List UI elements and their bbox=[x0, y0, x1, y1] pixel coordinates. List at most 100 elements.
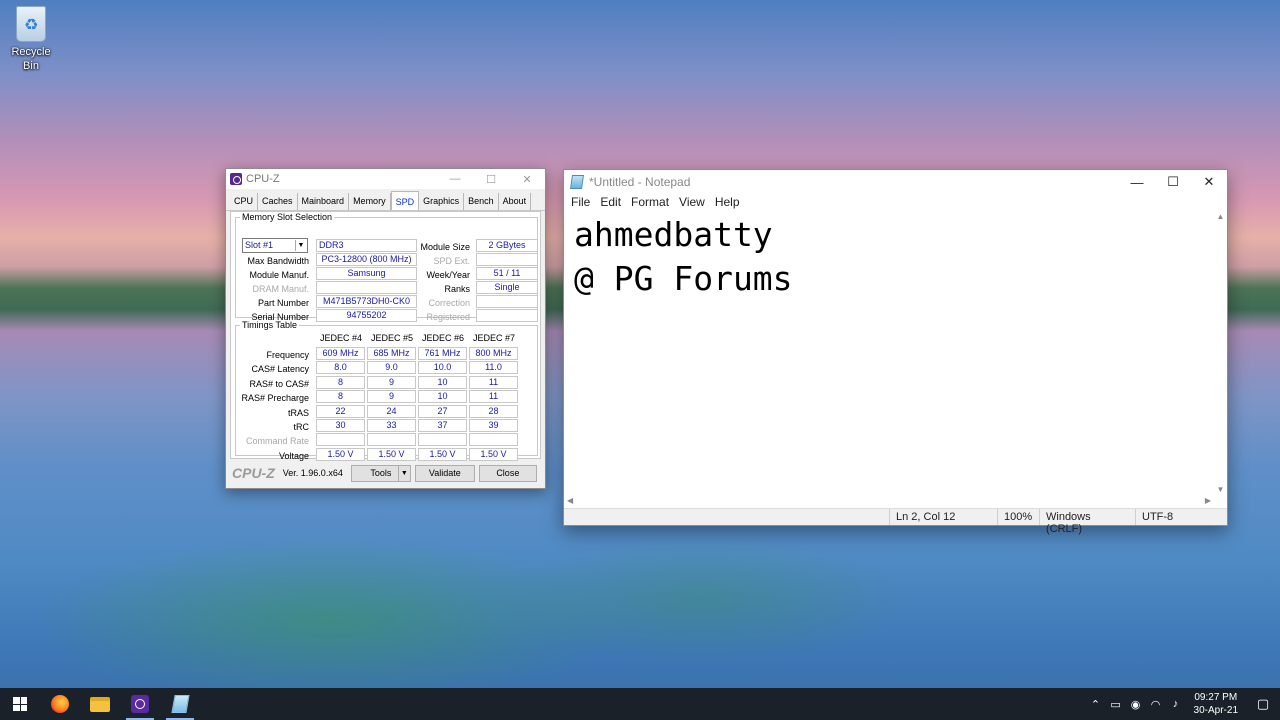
taskbar: ⌃ ▭ ◉ ◠ ♪ 09:27 PM 30-Apr-21 ▢ bbox=[0, 688, 1280, 720]
validate-button[interactable]: Validate bbox=[414, 464, 475, 482]
ranks-value: Single bbox=[476, 281, 538, 294]
close-button[interactable]: ✕ bbox=[1191, 174, 1227, 190]
status-position: Ln 2, Col 12 bbox=[889, 509, 997, 525]
timing-cell: 8 bbox=[316, 390, 365, 404]
timing-cell: 9 bbox=[367, 390, 416, 404]
timing-cell: 10 bbox=[418, 390, 467, 404]
timing-row-label: RAS# Precharge bbox=[241, 393, 309, 404]
cpuz-tabs: CPU Caches Mainboard Memory SPD Graphics… bbox=[226, 189, 545, 211]
tools-button[interactable]: Tools ▼ bbox=[350, 464, 411, 482]
timing-column-header: JEDEC #7 bbox=[472, 333, 516, 343]
vertical-scrollbar[interactable]: ▲ ▼ bbox=[1214, 212, 1227, 494]
chevron-down-icon: ▼ bbox=[295, 240, 306, 251]
close-button[interactable]: ✕ bbox=[509, 173, 545, 186]
battery-icon[interactable]: ▭ bbox=[1106, 698, 1126, 711]
cpuz-version: Ver. 1.96.0.x64 bbox=[282, 468, 343, 478]
cpuz-footer: CPU-Z Ver. 1.96.0.x64 Tools ▼ Validate C… bbox=[226, 458, 545, 488]
tab-graphics[interactable]: Graphics bbox=[419, 193, 465, 210]
status-line-ending: Windows (CRLF) bbox=[1039, 509, 1135, 535]
timing-cell: 800 MHz bbox=[469, 347, 518, 360]
timing-cell: 10.0 bbox=[418, 361, 467, 375]
notepad-statusbar: Ln 2, Col 12 100% Windows (CRLF) UTF-8 bbox=[564, 508, 1227, 535]
tab-memory[interactable]: Memory bbox=[349, 193, 391, 210]
cpuz-window: CPU-Z — ☐ ✕ CPU Caches Mainboard Memory … bbox=[225, 168, 546, 489]
memory-slot-group: Memory Slot Selection Slot #1 ▼ DDR3 Mod… bbox=[235, 212, 538, 322]
timing-cell: 39 bbox=[469, 419, 518, 432]
scroll-right-icon[interactable]: ▶ bbox=[1205, 496, 1211, 505]
notepad-title: *Untitled - Notepad bbox=[589, 175, 691, 189]
timing-cell: 27 bbox=[418, 404, 467, 418]
timing-cell: 28 bbox=[469, 404, 518, 418]
module-manuf-label: Module Manuf. bbox=[249, 270, 309, 280]
minimize-button[interactable]: — bbox=[437, 173, 473, 185]
module-size-label: Module Size bbox=[420, 242, 470, 252]
timing-cell bbox=[367, 433, 416, 447]
cpuz-titlebar[interactable]: CPU-Z — ☐ ✕ bbox=[226, 169, 545, 189]
menu-help[interactable]: Help bbox=[710, 194, 745, 212]
timing-cell: 37 bbox=[418, 419, 467, 432]
close-dialog-button[interactable]: Close bbox=[478, 464, 537, 482]
menu-view[interactable]: View bbox=[674, 194, 710, 212]
menu-file[interactable]: File bbox=[566, 194, 595, 212]
timing-cell: 11 bbox=[469, 390, 518, 404]
taskbar-file-explorer[interactable] bbox=[80, 688, 120, 720]
taskbar-notepad[interactable] bbox=[160, 688, 200, 720]
notepad-app-icon bbox=[570, 175, 584, 189]
menu-format[interactable]: Format bbox=[626, 194, 674, 212]
horizontal-scrollbar[interactable]: ◀ ▶ bbox=[564, 495, 1214, 508]
tab-bench[interactable]: Bench bbox=[464, 193, 499, 210]
timing-cell bbox=[418, 433, 467, 447]
timing-cell: 685 MHz bbox=[367, 347, 416, 360]
timing-row-label: tRC bbox=[293, 422, 310, 432]
taskbar-firefox[interactable] bbox=[40, 688, 80, 720]
maximize-button: ☐ bbox=[486, 173, 496, 186]
minimize-button[interactable]: — bbox=[1119, 175, 1155, 190]
text-editor[interactable]: ahmedbatty @ PG Forums bbox=[564, 212, 1214, 494]
timing-row-label: RAS# to CAS# bbox=[249, 378, 309, 389]
timing-column-header: JEDEC #4 bbox=[319, 333, 363, 343]
tools-dropdown-icon[interactable]: ▼ bbox=[397, 465, 410, 481]
week-year-value: 51 / 11 bbox=[476, 267, 538, 280]
windows-start-icon bbox=[13, 697, 27, 711]
security-icon[interactable]: ◉ bbox=[1126, 698, 1146, 711]
recycle-bin-shortcut[interactable]: Recycle Bin bbox=[2, 4, 60, 72]
tab-caches[interactable]: Caches bbox=[258, 193, 298, 210]
status-spacer bbox=[564, 509, 889, 525]
cpuz-title: CPU-Z bbox=[246, 173, 280, 185]
timing-column-header: JEDEC #6 bbox=[421, 333, 465, 343]
correction-label: Correction bbox=[428, 298, 470, 308]
scroll-up-icon[interactable]: ▲ bbox=[1214, 212, 1227, 221]
timing-row-label: CAS# Latency bbox=[251, 364, 309, 375]
dram-manuf-value bbox=[316, 281, 417, 294]
notification-center-icon[interactable]: ▢ bbox=[1246, 696, 1280, 712]
wifi-icon[interactable]: ◠ bbox=[1146, 698, 1166, 711]
timing-column-header: JEDEC #5 bbox=[370, 333, 414, 343]
ranks-label: Ranks bbox=[444, 284, 470, 294]
menu-edit[interactable]: Edit bbox=[595, 194, 626, 212]
taskbar-cpuz[interactable] bbox=[120, 688, 160, 720]
tab-about[interactable]: About bbox=[499, 193, 532, 210]
tab-mainboard[interactable]: Mainboard bbox=[298, 193, 350, 210]
timing-cell: 11 bbox=[469, 375, 518, 389]
clock-date: 30-Apr-21 bbox=[1193, 705, 1238, 716]
slot-select[interactable]: Slot #1 ▼ bbox=[242, 238, 308, 253]
week-year-label: Week/Year bbox=[426, 270, 470, 280]
chevron-up-icon[interactable]: ⌃ bbox=[1086, 698, 1106, 711]
timing-cell: 8.0 bbox=[316, 361, 365, 375]
notepad-titlebar[interactable]: *Untitled - Notepad — ☐ ✕ bbox=[564, 170, 1227, 194]
start-button[interactable] bbox=[0, 688, 40, 720]
spd-panel: Memory Slot Selection Slot #1 ▼ DDR3 Mod… bbox=[230, 211, 541, 461]
tab-cpu[interactable]: CPU bbox=[230, 193, 259, 210]
scroll-down-icon[interactable]: ▼ bbox=[1214, 485, 1227, 494]
maximize-button[interactable]: ☐ bbox=[1155, 174, 1191, 190]
clock[interactable]: 09:27 PM 30-Apr-21 bbox=[1186, 691, 1246, 717]
tab-spd[interactable]: SPD bbox=[390, 191, 420, 210]
spd-ext-label: SPD Ext. bbox=[433, 256, 470, 266]
scroll-left-icon[interactable]: ◀ bbox=[567, 496, 573, 505]
volume-icon[interactable]: ♪ bbox=[1166, 698, 1186, 710]
timings-table-group: Timings Table JEDEC #4 JEDEC #5 JEDEC #6 JE… bbox=[235, 320, 538, 461]
system-tray: ⌃ ▭ ◉ ◠ ♪ 09:27 PM 30-Apr-21 ▢ bbox=[1086, 688, 1280, 720]
timing-cell bbox=[469, 433, 518, 447]
dram-manuf-label: DRAM Manuf. bbox=[252, 284, 309, 294]
file-explorer-icon bbox=[90, 696, 110, 712]
